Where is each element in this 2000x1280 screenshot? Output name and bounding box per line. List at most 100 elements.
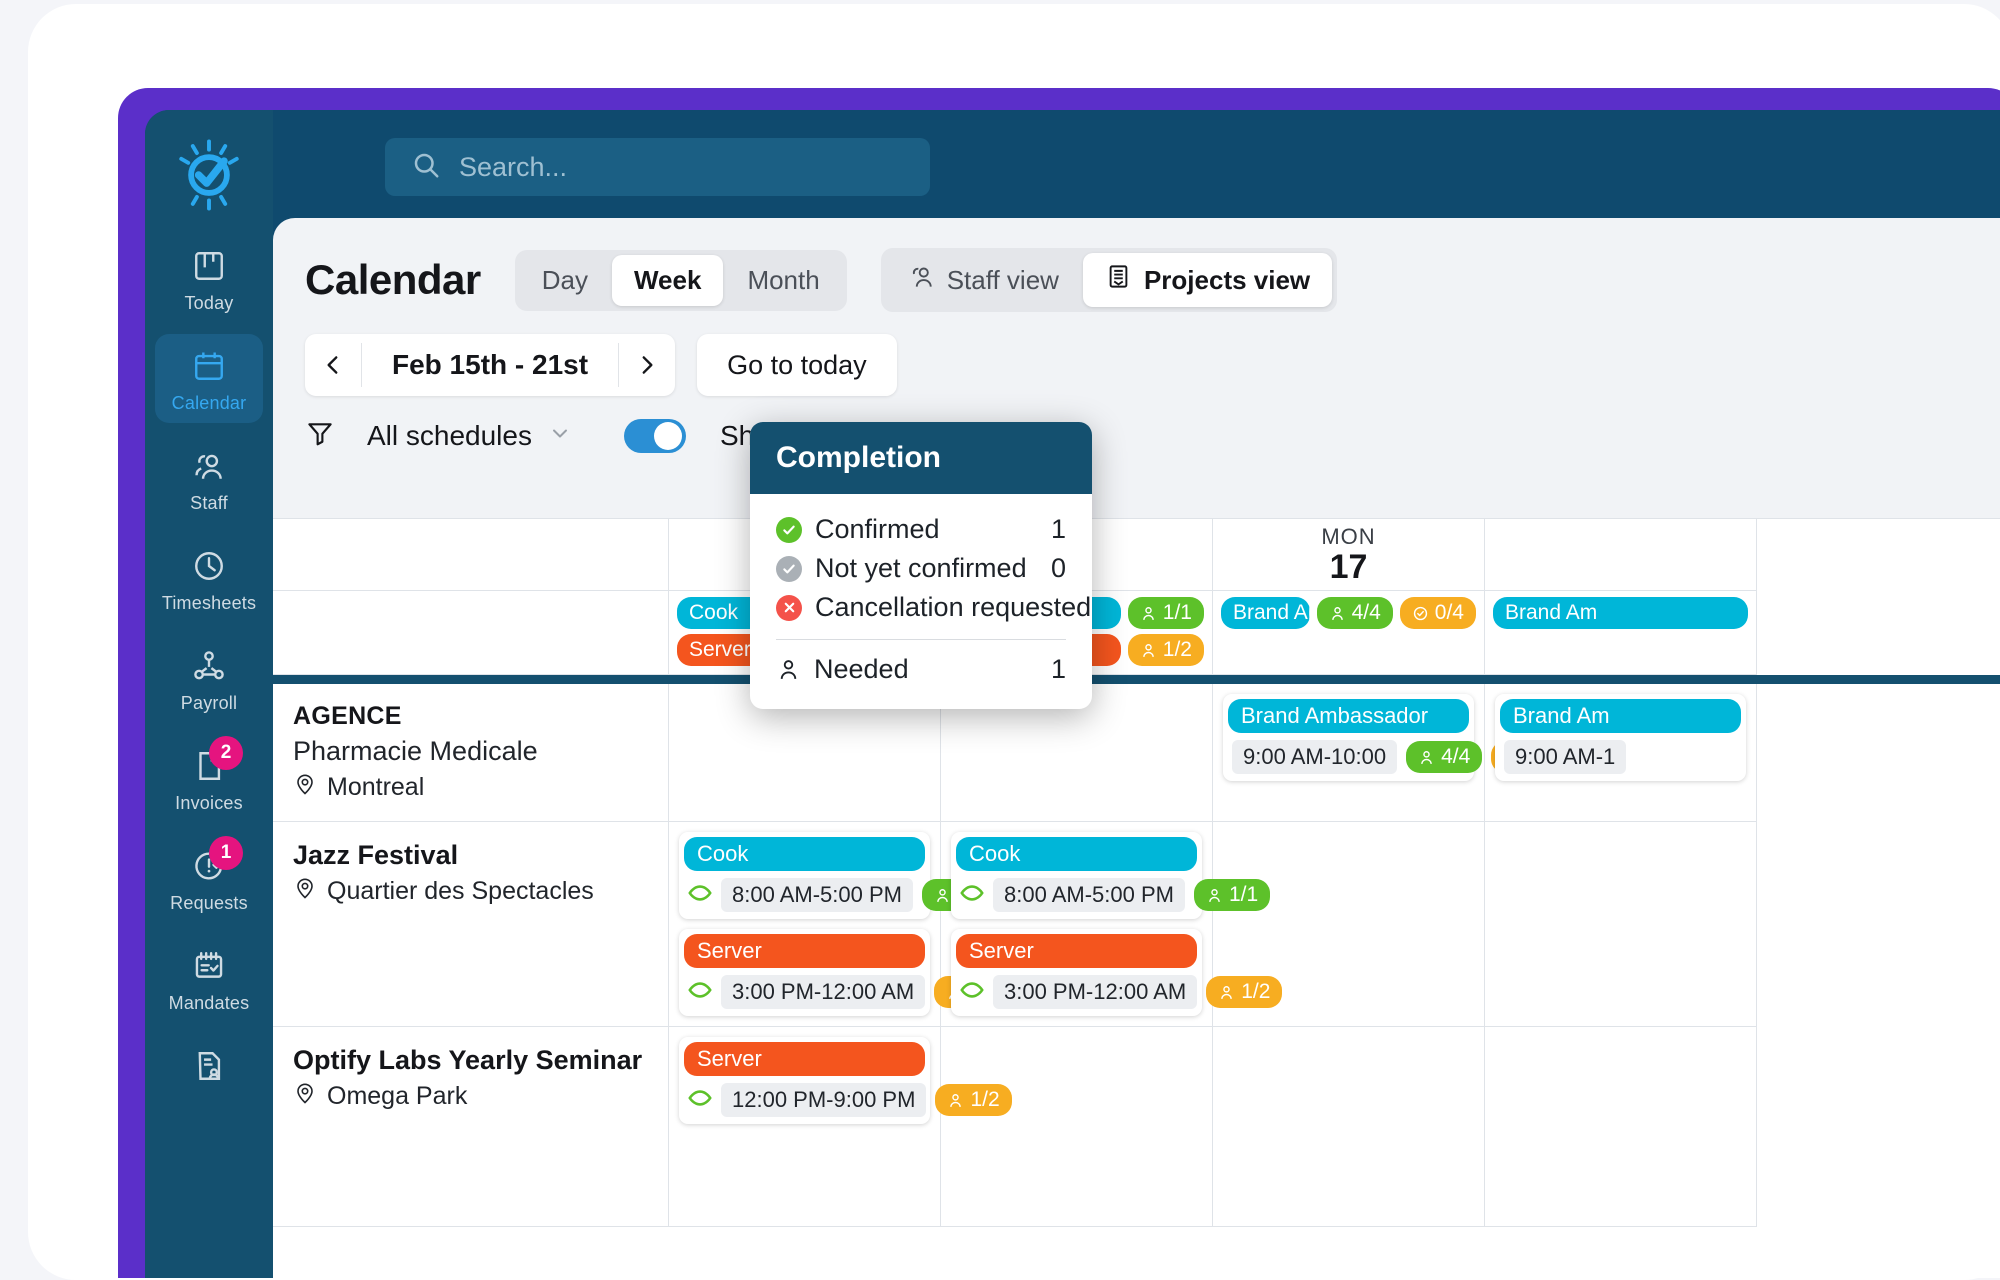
event-card[interactable]: Cook 8:00 AM-5:00 PM 1/1 [679,832,999,919]
event-card[interactable]: Server 3:00 PM-12:00 AM 1/2 [679,929,1011,1016]
location-text: Montreal [327,773,425,801]
sidebar-item-today[interactable]: Today [155,234,263,323]
popup-label: Needed [814,654,909,684]
go-to-today-button[interactable]: Go to today [697,334,897,396]
tab-day[interactable]: Day [520,255,610,306]
event-details: 3:00 PM-12:00 AM 1/2 [956,975,1283,1009]
event-card[interactable]: Brand Ambassador 9:00 AM-10:00 4/4 0/4 [1223,694,1568,781]
event-cell[interactable] [941,1027,1213,1227]
event-details: 8:00 AM-5:00 PM 1/1 [684,878,999,912]
calendar-icon [188,345,230,387]
project-location: Omega Park [293,1081,668,1112]
sidebar-item-contracts[interactable] [155,1034,263,1096]
project-name: Optify Labs Yearly Seminar [293,1045,643,1075]
sidebar-item-invoices[interactable]: 2 Invoices [155,734,263,823]
clock-icon [188,545,230,587]
app-logo[interactable] [166,132,252,218]
eye-icon[interactable] [688,978,712,1007]
event-cell[interactable]: Brand Ambassador 9:00 AM-10:00 4/4 0/4 [1213,684,1568,822]
project-row: Optify Labs Yearly Seminar Omega Park Se… [273,1027,2000,1227]
eye-icon[interactable] [960,978,984,1007]
project-info-cell[interactable]: Optify Labs Yearly Seminar Omega Park [273,1027,669,1227]
summary-line: Brand Am... 4/4 0/4 [1221,597,1476,629]
show-empty-projects-toggle[interactable] [623,418,686,453]
view-tab-group: Staff view Projects view [880,248,1338,312]
staff-count-pill: 1/2 [1127,634,1204,666]
day-header-mon[interactable]: MON 17 [1213,519,1485,591]
event-cell[interactable]: Brand Am 9:00 AM-1 [1485,684,1757,822]
tab-staff-view[interactable]: Staff view [886,253,1081,307]
event-cell[interactable]: Server 12:00 PM-9:00 PM 1/2 [669,1027,1012,1227]
count-text: 4/4 [1441,745,1471,768]
event-details: 12:00 PM-9:00 PM 1/2 [684,1083,1012,1117]
event-details: 3:00 PM-12:00 AM 1/2 [684,975,1011,1009]
sidebar-item-mandates[interactable]: Mandates [155,934,263,1023]
popup-label: Cancellation requested [815,592,1092,622]
event-card[interactable]: Brand Am 9:00 AM-1 [1495,694,1746,781]
event-cell[interactable]: Cook 8:00 AM-5:00 PM 1/1 [669,822,1011,1027]
sidebar-label: Timesheets [161,593,257,613]
tab-week[interactable]: Week [611,254,724,306]
completion-popup: Completion Confirmed 1 Not yet confirmed… [750,422,1092,709]
eye-icon[interactable] [688,1086,712,1115]
eye-icon[interactable] [688,881,712,910]
tab-month[interactable]: Month [725,255,841,306]
day-of-week: MON [1321,523,1376,549]
requests-badge: 1 [209,836,243,870]
calendar-grid: MON 17 Cook 1/1 [273,518,2000,1278]
event-cell[interactable] [1213,822,1485,1027]
day-header[interactable] [1485,519,1757,591]
topbar: Search... [273,110,2000,218]
count-text: 4/4 [1351,601,1381,624]
check-text: 0/4 [1434,601,1464,624]
event-cell[interactable] [1485,822,1757,1027]
event-card[interactable]: Server 12:00 PM-9:00 PM 1/2 [679,1037,1012,1124]
popup-value: 1 [1050,654,1066,684]
sidebar-item-payroll[interactable]: Payroll [155,634,263,723]
schedule-select[interactable]: All schedules [367,420,572,452]
search-icon [411,150,441,185]
popup-body: Confirmed 1 Not yet confirmed 0 Cancella… [750,494,1092,709]
project-info-cell[interactable]: AGENCE Pharmacie Medicale Montreal [273,684,669,822]
sidebar-label: Mandates [168,993,250,1013]
funnel-icon[interactable] [305,418,335,453]
next-week-button[interactable] [619,334,675,396]
event-role-bar: Server [956,934,1197,968]
event-cell[interactable] [1485,1027,1757,1227]
role-pill: Brand Am... [1221,597,1310,629]
sidebar-label: Today [184,293,234,313]
section-divider [273,675,2000,684]
eye-icon[interactable] [960,881,984,910]
location-text: Quartier des Spectacles [327,877,594,905]
sidebar-item-calendar[interactable]: Calendar [155,334,263,423]
check-circle-icon [776,555,802,582]
summary-cell[interactable]: Brand Am [1485,591,1757,675]
search-input[interactable]: Search... [385,138,930,196]
tab-projects-view[interactable]: Projects view [1082,253,1333,307]
prev-week-button[interactable] [305,334,361,396]
event-card[interactable]: Server 3:00 PM-12:00 AM 1/2 [951,929,1283,1016]
check-circle-icon [776,516,802,543]
project-name: Pharmacie Medicale [293,736,538,766]
count-text: 1/2 [1162,638,1192,661]
board-icon [188,245,230,287]
summary-cell-mon[interactable]: Brand Am... 4/4 0/4 [1213,591,1485,675]
invoices-badge: 2 [209,736,243,770]
document-icon [1105,263,1132,297]
project-row: Jazz Festival Quartier des Spectacles Co… [273,822,2000,1027]
event-cell[interactable] [1213,1027,1485,1227]
sidebar-item-timesheets[interactable]: Timesheets [155,534,263,623]
popup-title: Completion [750,422,1092,494]
event-cell[interactable]: Cook 8:00 AM-5:00 PM 1/1 [941,822,1283,1027]
project-info-cell[interactable]: Jazz Festival Quartier des Spectacles [273,822,669,1027]
date-range-group: Feb 15th - 21st [305,334,676,396]
popup-value: 1 [1050,514,1066,544]
toggle-knob [653,421,682,450]
count-text: 1/1 [1162,601,1192,624]
sidebar-item-requests[interactable]: 1 Requests [155,834,263,923]
schedule-select-label: All schedules [367,419,532,451]
calendar-corner-cell [273,519,669,591]
sidebar-item-staff[interactable]: Staff [155,434,263,523]
sidebar: Today Calendar Staff Timesheets Payroll … [145,110,273,1278]
event-card[interactable]: Cook 8:00 AM-5:00 PM 1/1 [951,832,1271,919]
